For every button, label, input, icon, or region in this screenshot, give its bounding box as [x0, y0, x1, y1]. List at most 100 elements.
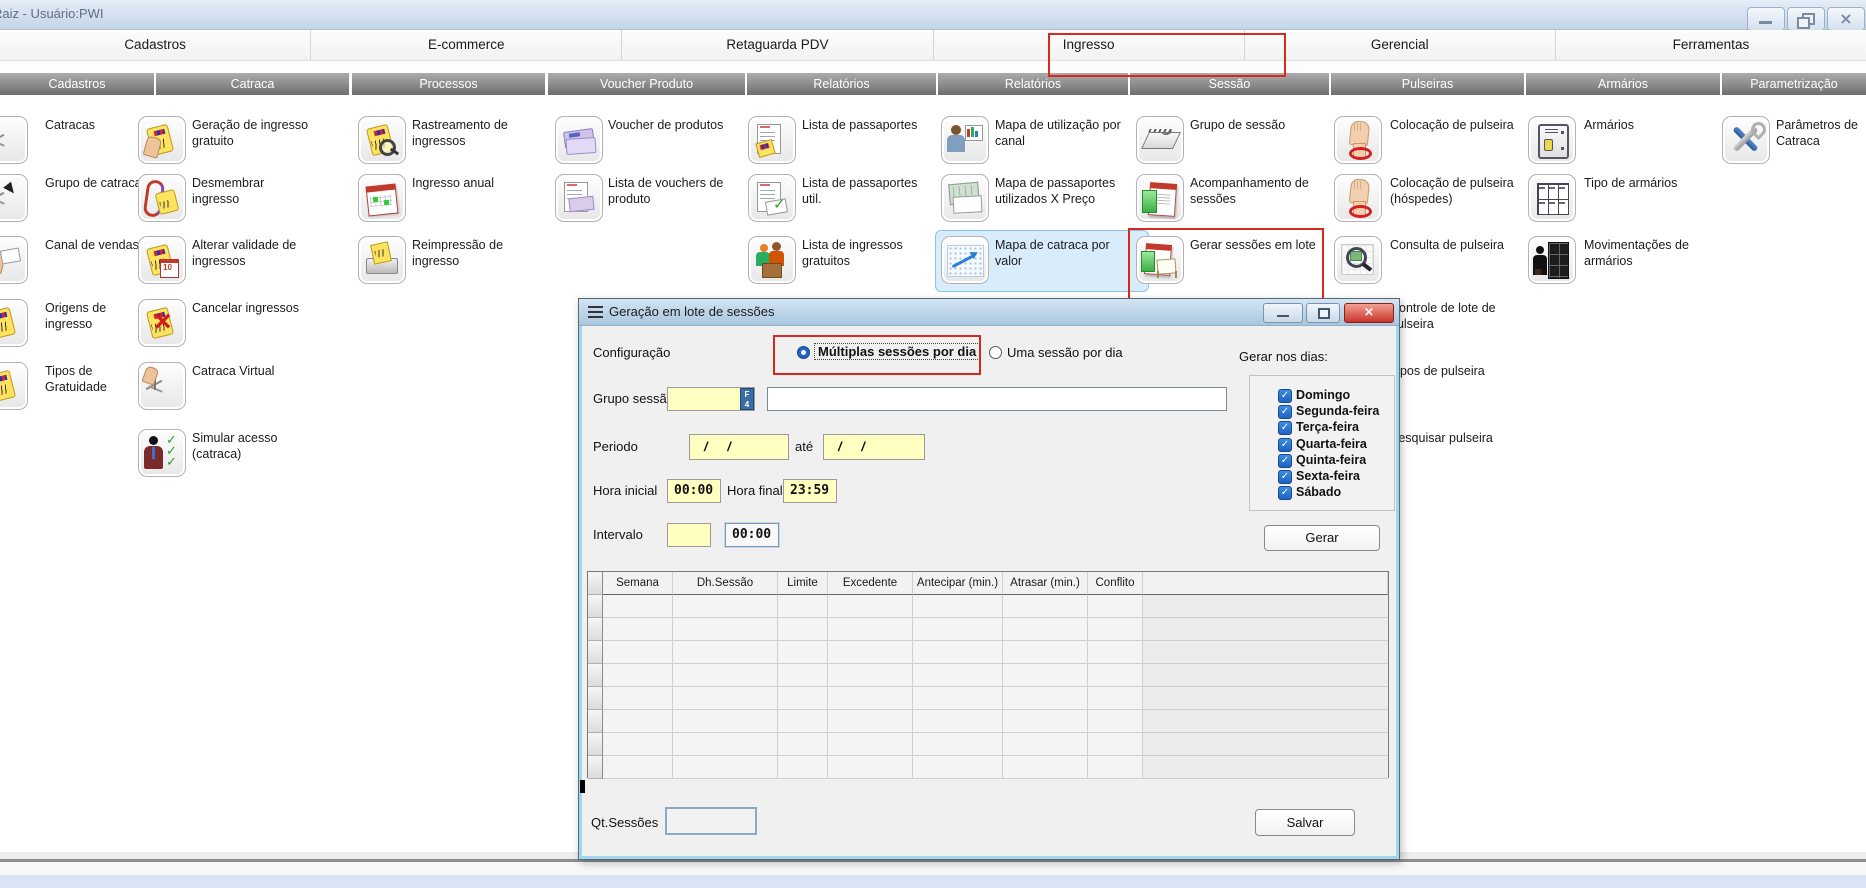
grid-cell[interactable] [1088, 641, 1143, 664]
person-lockers-icon[interactable] [1528, 236, 1576, 284]
grid-cell[interactable] [913, 710, 1003, 733]
ribbon-item-lista-de-vouchers-de-produto[interactable]: Lista de vouchers de produto [608, 176, 734, 207]
grid-cell[interactable] [913, 687, 1003, 710]
person-checks-icon[interactable]: ✓ ✓ ✓ [138, 429, 186, 477]
grid-row-selector[interactable] [588, 664, 603, 687]
ribbon-item-acompanhamento-de-sessoes[interactable]: Acompanhamento de sessões [1190, 176, 1318, 207]
tab-gerencial[interactable]: Gerencial [1245, 30, 1556, 60]
ribbon-item-consulta-de-pulseira[interactable]: Consulta de pulseira [1390, 238, 1522, 254]
grid-cell[interactable] [1088, 710, 1143, 733]
ribbon-item-colocacao-de-pulseira[interactable]: Colocação de pulseira [1390, 118, 1522, 134]
ticket-x-icon[interactable]: × [138, 299, 186, 347]
ribbon-item-tipo-de-armarios[interactable]: Tipo de armários [1584, 176, 1716, 192]
grid-cell[interactable] [778, 710, 828, 733]
doc-voucher-icon[interactable] [555, 174, 603, 222]
ribbon-item-mapa-de-utilizacao-por-canal[interactable]: Mapa de utilização por canal [995, 118, 1137, 149]
grid-cell[interactable] [913, 595, 1003, 618]
doc-check-icon[interactable]: ✓ [748, 174, 796, 222]
dialog-maximize-button[interactable] [1306, 303, 1340, 323]
grid-cell[interactable] [603, 710, 673, 733]
checkbox-domingo[interactable]: ✓ [1278, 389, 1292, 403]
grid-cell[interactable] [1003, 618, 1088, 641]
ticket-magnifier-icon[interactable] [358, 116, 406, 164]
grid-cell[interactable] [1088, 595, 1143, 618]
checkbox-sabado[interactable]: ✓ [1278, 486, 1292, 500]
grid-cell[interactable] [828, 733, 913, 756]
lockers-icon[interactable] [1528, 174, 1576, 222]
periodo-inicio-input[interactable]: / / [689, 434, 789, 460]
grid-cell[interactable] [603, 595, 673, 618]
grid-cell[interactable] [1003, 756, 1088, 779]
turnstile-cursor-icon[interactable] [0, 174, 28, 222]
grid-cell[interactable] [828, 756, 913, 779]
ribbon-item-canal-de-vendas[interactable]: Canal de vendas [45, 238, 153, 254]
voucher-icon[interactable] [555, 116, 603, 164]
grid-cell[interactable] [828, 664, 913, 687]
grid-cell[interactable] [778, 641, 828, 664]
ribbon-item-voucher-de-produtos[interactable]: Voucher de produtos [608, 118, 734, 134]
ribbon-item-parametros-de-catraca[interactable]: Parâmetros de Catraca [1776, 118, 1866, 149]
dialog-close-button[interactable]: × [1344, 303, 1394, 323]
chart-trend-icon[interactable] [941, 236, 989, 284]
hand-tickets-icon[interactable] [138, 116, 186, 164]
grid-cell[interactable] [913, 756, 1003, 779]
periodo-fim-input[interactable]: / / [823, 434, 925, 460]
tools-icon[interactable] [1722, 116, 1770, 164]
ribbon-item-armarios[interactable]: Armários [1584, 118, 1716, 134]
grid-cell[interactable] [1003, 664, 1088, 687]
minimize-button[interactable] [1747, 7, 1785, 31]
pen-ticket-icon[interactable] [0, 362, 28, 410]
ribbon-item-pesquisar-pulseira[interactable]: Pesquisar pulseira [1390, 431, 1522, 447]
grid-row-selector[interactable] [588, 710, 603, 733]
grid-col-header-limite[interactable]: Limite [778, 572, 828, 595]
menu-icon[interactable] [588, 306, 603, 308]
grid-cell[interactable] [828, 710, 913, 733]
ribbon-item-movimentacoes-de-armarios[interactable]: Movimentações de armários [1584, 238, 1716, 269]
grid-row-selector[interactable] [588, 641, 603, 664]
grid-cell[interactable] [778, 664, 828, 687]
grid-cell[interactable] [778, 687, 828, 710]
grid-cell[interactable] [673, 664, 778, 687]
ribbon-item-lista-de-passaportes[interactable]: Lista de passaportes [802, 118, 928, 134]
grid-col-header-conflito[interactable]: Conflito [1088, 572, 1143, 595]
qt-sessoes-input[interactable] [665, 807, 757, 835]
calendar-easel-icon[interactable] [1136, 236, 1184, 284]
checkbox-terca-feira[interactable]: ✓ [1278, 421, 1292, 435]
grid-cell[interactable] [673, 756, 778, 779]
ribbon-item-tipos-de-gratuidade[interactable]: Tipos de Gratuidade [45, 364, 153, 395]
sessions-grid[interactable]: SemanaDh.SessãoLimiteExcedenteAntecipar … [587, 571, 1389, 778]
grid-col-header-dh-sessao[interactable]: Dh.Sessão [673, 572, 778, 595]
grid-cell[interactable] [673, 733, 778, 756]
grid-col-header-antecipar-min[interactable]: Antecipar (min.) [913, 572, 1003, 595]
ledger-icon[interactable] [1136, 116, 1184, 164]
ribbon-item-simular-acesso-catraca[interactable]: Simular acesso (catraca) [192, 431, 314, 462]
calendar-annual-icon[interactable] [358, 174, 406, 222]
person-chart-icon[interactable] [941, 116, 989, 164]
salvar-button[interactable]: Salvar [1255, 809, 1355, 836]
grid-row-selector[interactable] [588, 687, 603, 710]
ribbon-item-cancelar-ingressos[interactable]: Cancelar ingressos [192, 301, 314, 317]
tab-cadastros[interactable]: Cadastros [0, 30, 311, 60]
grid-cell[interactable] [673, 641, 778, 664]
tab-e-commerce[interactable]: E-commerce [311, 30, 622, 60]
day-label-quarta-feira[interactable]: Quarta-feira [1296, 437, 1367, 451]
grid-cell[interactable] [603, 687, 673, 710]
grid-cell[interactable] [1003, 687, 1088, 710]
ribbon-item-geracao-de-ingresso-gratuito[interactable]: Geração de ingresso gratuito [192, 118, 314, 149]
ribbon-item-gerar-sessoes-em-lote[interactable]: Gerar sessões em lote [1190, 238, 1318, 254]
safe-icon[interactable] [1528, 116, 1576, 164]
grupo-sessao-desc-input[interactable] [767, 387, 1227, 411]
gerar-button[interactable]: Gerar [1264, 525, 1380, 551]
intervalo-input[interactable] [667, 523, 711, 547]
grid-cell[interactable] [1088, 687, 1143, 710]
grid-cell[interactable] [913, 641, 1003, 664]
grid-row-selector[interactable] [588, 618, 603, 641]
grid-corner-cell[interactable] [588, 572, 603, 595]
ribbon-item-reimpressao-de-ingresso[interactable]: Reimpressão de ingresso [412, 238, 538, 269]
ticket-icon[interactable] [0, 299, 28, 347]
grid-col-header-excedente[interactable]: Excedente [828, 572, 913, 595]
day-label-sabado[interactable]: Sábado [1296, 485, 1341, 499]
ticket-calendar-icon[interactable]: 10 [138, 236, 186, 284]
grid-cell[interactable] [778, 595, 828, 618]
ribbon-item-lista-de-ingressos-gratuitos[interactable]: Lista de ingressos gratuitos [802, 238, 928, 269]
